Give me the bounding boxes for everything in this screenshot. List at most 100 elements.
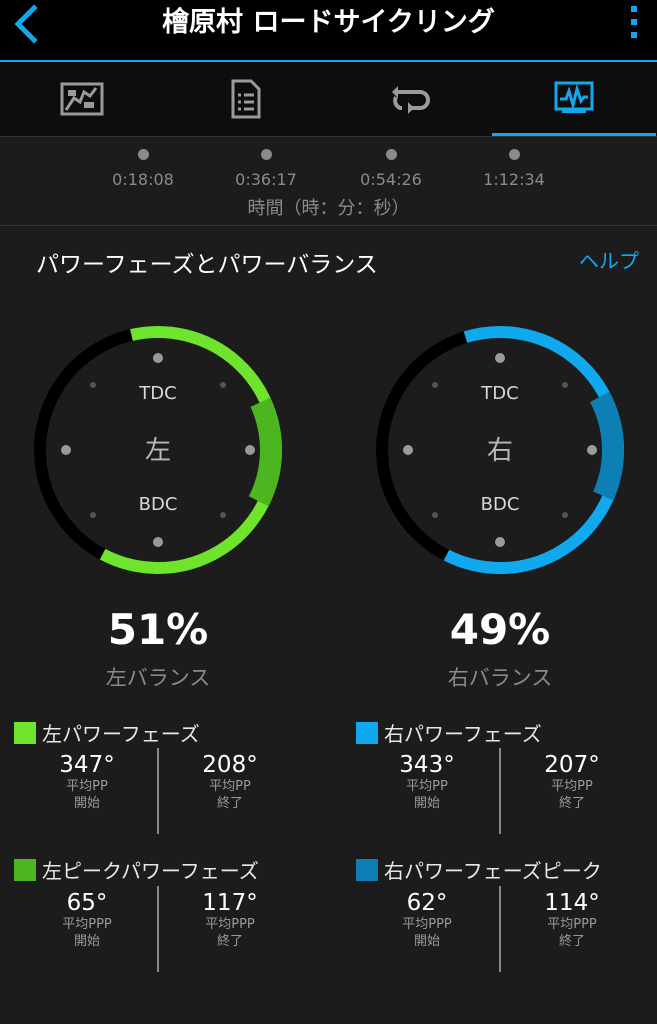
stat-label: 平均PPP <box>62 917 112 932</box>
help-link[interactable]: ヘルプ <box>579 245 639 274</box>
tab-charts[interactable] <box>492 62 656 136</box>
stat-value: 62° <box>406 890 448 916</box>
bdc-label: BDC <box>139 494 178 515</box>
tick-label: 0:54:26 <box>360 170 422 189</box>
stat-value: 207° <box>544 752 600 778</box>
stat-value: 208° <box>202 752 258 778</box>
tick-dot <box>260 149 272 160</box>
loop-icon <box>392 86 430 114</box>
section-title: パワーフェーズとパワーバランス <box>36 252 378 278</box>
right-phase-end: 207° 平均PP 終了 <box>507 752 637 812</box>
legend-swatch <box>14 721 36 744</box>
time-tick: 0:18:08 <box>83 149 203 189</box>
right-power-phase-title: 右パワーフェーズ <box>384 722 542 746</box>
legend-swatch <box>356 721 378 744</box>
dial-dot <box>153 537 163 547</box>
stat-value: 114° <box>544 890 600 916</box>
document-list-icon <box>231 79 261 119</box>
time-tick: 0:36:17 <box>206 149 326 189</box>
stat-value: 117° <box>202 890 258 916</box>
tab-details[interactable] <box>164 62 328 136</box>
left-balance-value: 51% <box>107 605 209 654</box>
tdc-label: TDC <box>480 383 518 404</box>
time-axis-label: 時間（時：分：秒） <box>247 198 410 219</box>
right-power-phase-dial: TDC 右 BDC <box>376 326 624 574</box>
stat-divider <box>157 886 159 972</box>
stat-label: 開始 <box>73 934 100 949</box>
stat-label: 終了 <box>216 796 243 811</box>
side-label: 右 <box>487 436 513 466</box>
left-phase-start: 347° 平均PP 開始 <box>22 752 152 812</box>
left-power-phase-title: 左パワーフェーズ <box>42 722 200 746</box>
dial-dot <box>562 512 568 518</box>
left-peak-phase-header: 左ピークパワーフェーズ <box>14 855 259 884</box>
activity-chart-icon <box>554 81 594 113</box>
dial-dot <box>61 445 71 455</box>
tick-label: 1:12:34 <box>483 170 545 189</box>
right-peak-end: 114° 平均PPP 終了 <box>507 890 637 950</box>
right-phase-start: 343° 平均PP 開始 <box>362 752 492 812</box>
stat-label: 終了 <box>216 934 243 949</box>
dial-dot <box>220 512 226 518</box>
dial-dot <box>495 353 505 363</box>
left-peak-start: 65° 平均PPP 開始 <box>22 890 152 950</box>
right-balance-value: 49% <box>449 605 551 654</box>
dial-dot <box>403 445 413 455</box>
right-peak-start: 62° 平均PPP 開始 <box>362 890 492 950</box>
dial-dot <box>587 445 597 455</box>
left-phase-end: 208° 平均PP 終了 <box>165 752 295 812</box>
map-icon <box>60 82 104 116</box>
stat-value: 65° <box>66 890 108 916</box>
stat-divider <box>157 748 159 834</box>
legend-swatch <box>14 858 36 881</box>
dial-dot <box>495 537 505 547</box>
stat-label: 開始 <box>413 934 440 949</box>
stat-label: 平均PP <box>66 779 108 794</box>
left-power-phase-header: 左パワーフェーズ <box>14 718 200 747</box>
dial-dot <box>432 382 438 388</box>
tick-dot <box>385 149 397 160</box>
top-bar: 檜原村 ロードサイクリング <box>0 0 657 62</box>
stat-label: 平均PP <box>551 779 593 794</box>
stat-label: 終了 <box>558 796 585 811</box>
right-peak-phase-title: 右パワーフェーズピーク <box>384 859 602 883</box>
left-peak-arc <box>248 397 282 507</box>
stat-value: 343° <box>399 752 455 778</box>
tab-laps[interactable] <box>328 62 492 136</box>
left-balance-label: 左バランス <box>105 666 211 690</box>
stat-label: 終了 <box>558 934 585 949</box>
right-power-phase-header: 右パワーフェーズ <box>356 718 542 747</box>
tick-dot <box>137 149 149 160</box>
tdc-label: TDC <box>138 383 176 404</box>
stat-divider <box>499 748 501 834</box>
stat-value: 347° <box>59 752 115 778</box>
tab-map[interactable] <box>0 62 164 136</box>
dial-dot <box>562 382 568 388</box>
stat-label: 平均PP <box>406 779 448 794</box>
stat-label: 平均PPP <box>205 917 255 932</box>
stat-label: 平均PPP <box>402 917 452 932</box>
time-tick: 1:12:34 <box>454 149 574 189</box>
tick-dot <box>508 149 520 160</box>
dial-dot <box>90 512 96 518</box>
stat-label: 開始 <box>73 796 100 811</box>
time-axis: 0:18:08 0:36:17 0:54:26 1:12:34 時間（時：分：秒… <box>0 137 657 226</box>
left-peak-end: 117° 平均PPP 終了 <box>165 890 295 950</box>
dial-dot <box>153 353 163 363</box>
stat-label: 平均PPP <box>547 917 597 932</box>
dial-dot <box>245 445 255 455</box>
dial-dot <box>432 512 438 518</box>
dial-dot <box>220 382 226 388</box>
left-power-phase-dial: TDC 左 BDC <box>34 326 282 574</box>
right-balance-label: 右バランス <box>447 666 553 690</box>
stat-divider <box>499 886 501 972</box>
time-tick: 0:54:26 <box>331 149 451 189</box>
stat-label: 平均PP <box>209 779 251 794</box>
tick-label: 0:18:08 <box>112 170 174 189</box>
legend-swatch <box>356 858 378 881</box>
side-label: 左 <box>145 436 171 466</box>
page-title: 檜原村 ロードサイクリング <box>162 7 495 38</box>
more-menu-icon[interactable] <box>627 6 641 42</box>
back-chevron-icon[interactable] <box>8 4 48 44</box>
tab-bar <box>0 62 657 137</box>
